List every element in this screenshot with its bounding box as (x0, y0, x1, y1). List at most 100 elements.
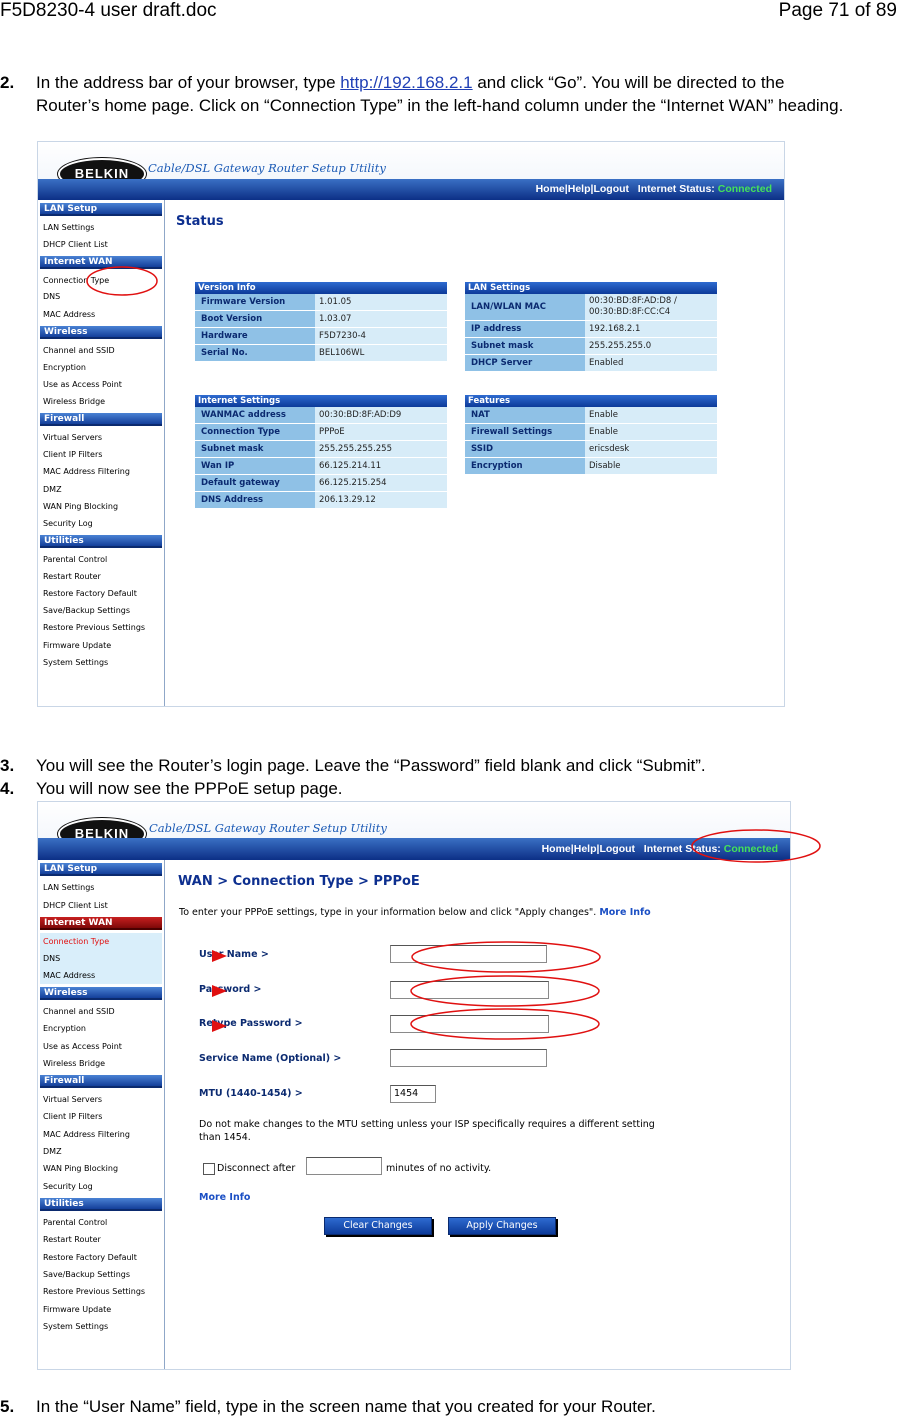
row-value: Disable (585, 458, 717, 474)
sidebar-item-security-log[interactable]: Security Log (43, 519, 93, 528)
nav-home-link[interactable]: Home (536, 183, 565, 195)
nav-logout-link[interactable]: Logout (599, 843, 635, 855)
sidebar-item-wan-ping-blocking[interactable]: WAN Ping Blocking (43, 1164, 118, 1173)
sidebar-item-channel-ssid[interactable]: Channel and SSID (43, 1007, 115, 1016)
sidebar-item-lan-settings[interactable]: LAN Settings (43, 883, 94, 892)
internet-status-label: Internet Status: (643, 843, 721, 855)
table-row: Connection Type PPPoE (195, 424, 447, 441)
sidebar-item-client-ip-filters[interactable]: Client IP Filters (43, 450, 102, 459)
sidebar-item-encryption[interactable]: Encryption (43, 363, 86, 372)
sidebar-item-connection-type[interactable]: Connection Type (40, 933, 162, 950)
sidebar-section-utilities: Utilities (40, 535, 162, 548)
table-row: Encryption Disable (465, 458, 717, 475)
sidebar-item-access-point[interactable]: Use as Access Point (43, 1042, 122, 1051)
sidebar-item-dhcp-client-list[interactable]: DHCP Client List (43, 901, 108, 910)
row-key: Encryption (465, 458, 585, 474)
step-number: 4. (0, 779, 15, 798)
sidebar-item-dmz[interactable]: DMZ (43, 1147, 62, 1156)
sidebar-item-restore-factory[interactable]: Restore Factory Default (43, 589, 137, 598)
row-key: SSID (465, 441, 585, 457)
row-key: IP address (465, 321, 585, 337)
clear-changes-button[interactable]: Clear Changes (324, 1217, 432, 1235)
sidebar-item-mac-address[interactable]: MAC Address (43, 310, 95, 319)
sidebar-item-save-backup[interactable]: Save/Backup Settings (43, 1270, 130, 1279)
user-name-input[interactable] (390, 945, 547, 963)
step-5: 5. In the “User Name” field, type in the… (0, 1395, 899, 1416)
sidebar-item-parental-control[interactable]: Parental Control (43, 1218, 107, 1227)
intro-sentence: To enter your PPPoE settings, type in yo… (179, 907, 597, 918)
disconnect-minutes-input[interactable] (306, 1157, 382, 1175)
sidebar-item-lan-settings[interactable]: LAN Settings (43, 223, 94, 232)
sidebar-item-mac-filtering[interactable]: MAC Address Filtering (43, 1130, 130, 1139)
router-address-link[interactable]: http://192.168.2.1 (340, 73, 472, 92)
sidebar-item-restart-router[interactable]: Restart Router (43, 1235, 101, 1244)
sidebar-item-mac-address[interactable]: MAC Address (40, 967, 162, 984)
sidebar-item-dmz[interactable]: DMZ (43, 485, 62, 494)
password-input[interactable] (390, 981, 549, 999)
table-title: LAN Settings (465, 282, 717, 294)
sidebar-item-system-settings[interactable]: System Settings (43, 1322, 108, 1331)
intro-text: To enter your PPPoE settings, type in yo… (179, 906, 699, 919)
sidebar-item-wan-ping-blocking[interactable]: WAN Ping Blocking (43, 502, 118, 511)
sidebar-section-firewall: Firewall (40, 413, 162, 426)
sidebar-item-wireless-bridge[interactable]: Wireless Bridge (43, 397, 105, 406)
nav-logout-link[interactable]: Logout (593, 183, 629, 195)
sidebar-item-save-backup[interactable]: Save/Backup Settings (43, 606, 130, 615)
service-name-input[interactable] (390, 1049, 547, 1067)
router-pppoe-screenshot: BELKIN Cable/DSL Gateway Router Setup Ut… (37, 801, 791, 1370)
page-title: Status (176, 214, 224, 229)
sidebar: LAN Setup LAN Settings DHCP Client List … (38, 200, 165, 706)
sidebar-item-mac-filtering[interactable]: MAC Address Filtering (43, 467, 130, 476)
row-value: Enable (585, 407, 717, 423)
mtu-label: MTU (1440-1454) > (199, 1088, 303, 1099)
apply-changes-button[interactable]: Apply Changes (448, 1217, 556, 1235)
top-nav-links: Home|Help|Logout Internet Status: Connec… (535, 183, 772, 195)
sidebar-section-utilities: Utilities (40, 1198, 162, 1211)
sidebar-item-parental-control[interactable]: Parental Control (43, 555, 107, 564)
disconnect-checkbox[interactable] (203, 1163, 215, 1175)
utility-title: Cable/DSL Gateway Router Setup Utility (148, 161, 386, 175)
sidebar-item-dns[interactable]: DNS (43, 292, 60, 301)
page-title: WAN > Connection Type > PPPoE (178, 874, 420, 889)
retype-password-input[interactable] (390, 1015, 549, 1033)
sidebar-item-virtual-servers[interactable]: Virtual Servers (43, 433, 102, 442)
table-row: Subnet mask 255.255.255.0 (465, 338, 717, 355)
sidebar-item-system-settings[interactable]: System Settings (43, 658, 108, 667)
table-row: Subnet mask 255.255.255.255 (195, 441, 447, 458)
nav-help-link[interactable]: Help (568, 183, 591, 195)
sidebar-item-encryption[interactable]: Encryption (43, 1024, 86, 1033)
sidebar-item-firmware-update[interactable]: Firmware Update (43, 641, 111, 650)
row-key: DHCP Server (465, 355, 585, 371)
sidebar-item-virtual-servers[interactable]: Virtual Servers (43, 1095, 102, 1104)
sidebar-item-restore-factory[interactable]: Restore Factory Default (43, 1253, 137, 1262)
sidebar-item-security-log[interactable]: Security Log (43, 1182, 93, 1191)
sidebar-item-restart-router[interactable]: Restart Router (43, 572, 101, 581)
sidebar-section-lan: LAN Setup (40, 863, 162, 876)
more-info-link[interactable]: More Info (599, 907, 650, 918)
mtu-input[interactable]: 1454 (390, 1085, 436, 1103)
row-value: Enable (585, 424, 717, 440)
table-title: Internet Settings (195, 395, 447, 407)
sidebar-section-lan: LAN Setup (40, 203, 162, 216)
row-key: Subnet mask (465, 338, 585, 354)
step-number: 3. (0, 756, 15, 775)
sidebar-item-channel-ssid[interactable]: Channel and SSID (43, 346, 115, 355)
nav-help-link[interactable]: Help (574, 843, 597, 855)
sidebar-item-restore-previous[interactable]: Restore Previous Settings (43, 1287, 145, 1296)
nav-home-link[interactable]: Home (542, 843, 571, 855)
sidebar-item-connection-type[interactable]: Connection Type (43, 276, 109, 285)
sidebar-item-dhcp-client-list[interactable]: DHCP Client List (43, 240, 108, 249)
more-info-link-bottom[interactable]: More Info (199, 1192, 250, 1203)
sidebar-item-restore-previous[interactable]: Restore Previous Settings (43, 623, 145, 632)
sidebar-section-wireless: Wireless (40, 326, 162, 339)
sidebar-item-firmware-update[interactable]: Firmware Update (43, 1305, 111, 1314)
sidebar-item-client-ip-filters[interactable]: Client IP Filters (43, 1112, 102, 1121)
row-key: NAT (465, 407, 585, 423)
user-name-label: User Name > (199, 949, 269, 960)
sidebar-item-access-point[interactable]: Use as Access Point (43, 380, 122, 389)
sidebar-item-wireless-bridge[interactable]: Wireless Bridge (43, 1059, 105, 1068)
sidebar-item-dns[interactable]: DNS (40, 950, 162, 967)
top-nav-links: Home|Help|Logout Internet Status: Connec… (541, 843, 778, 855)
step-text: In the address bar of your browser, type… (36, 71, 846, 117)
retype-password-label: Retype Password > (199, 1018, 303, 1029)
